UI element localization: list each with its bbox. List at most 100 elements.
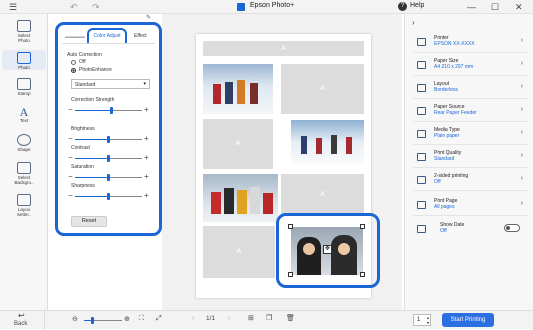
edit-icon[interactable]: ✎ [146, 14, 151, 21]
show-date-toggle[interactable] [504, 224, 520, 232]
print-settings-panel: › Printer EPSON XX-XXXX › Paper Size A4 … [404, 14, 533, 310]
calendar-icon [417, 225, 426, 233]
sharpness-minus[interactable]: − [68, 192, 73, 200]
nav-photo[interactable]: Photo [2, 50, 46, 70]
zoom-slider-knob[interactable] [91, 317, 94, 324]
contrast-minus[interactable]: − [68, 154, 73, 162]
duplicate-page-icon[interactable]: ❐ [266, 314, 272, 322]
setting-print-page[interactable]: Print Page All pages › [413, 194, 528, 216]
maximize-icon[interactable]: ☐ [491, 1, 499, 13]
back-button-label[interactable]: Back [14, 321, 27, 327]
photo-snow-group-3[interactable] [203, 174, 278, 222]
setting-paper-size[interactable]: Paper Size A4 210 x 297 mm › [413, 54, 528, 76]
setting-layout[interactable]: Layout Borderless › [413, 77, 528, 99]
help-icon[interactable]: ? [398, 2, 407, 11]
window-title: Epson Photo+ [250, 2, 295, 9]
chevron-down-icon: ▾ [143, 81, 146, 87]
toggle-knob [506, 226, 510, 230]
photo-figure [331, 135, 337, 154]
resize-handle[interactable] [288, 224, 293, 229]
photo-slot[interactable]: A [203, 226, 275, 278]
tab-effect[interactable]: Effect [134, 33, 147, 39]
tab-color-adjust[interactable]: Color Adjust [87, 28, 127, 44]
paper-size-icon [417, 61, 426, 69]
brightness-slider[interactable] [75, 136, 142, 143]
back-arrow-icon[interactable]: ↩ [18, 311, 25, 320]
setting-media-type[interactable]: Media Type Plain paper › [413, 123, 528, 145]
photo-slot[interactable]: A [203, 41, 364, 56]
sharpness-slider[interactable] [75, 193, 142, 200]
slider-knob[interactable] [107, 155, 110, 162]
nav-stamp[interactable]: Stamp [2, 78, 46, 96]
sharpness-plus[interactable]: + [144, 192, 149, 200]
setting-2-sided-printing[interactable]: 2-sided printing Off › [413, 169, 528, 191]
copies-stepper[interactable]: 1 ▴ ▾ [413, 314, 431, 326]
radio-photoenhance[interactable] [71, 68, 76, 73]
chevron-right-icon: › [520, 152, 523, 159]
nav-shape[interactable]: Shape [2, 134, 46, 152]
close-icon[interactable]: ✕ [515, 1, 523, 13]
saturation-slider[interactable] [75, 174, 142, 181]
photo-figure [263, 193, 273, 214]
hamburger-menu-icon[interactable]: ☰ [9, 1, 17, 13]
setting-print-quality[interactable]: Print Quality Standard › [413, 146, 528, 168]
photo-figure [213, 84, 221, 104]
nav-select-photo[interactable]: Select Photo [2, 20, 46, 43]
slider-knob[interactable] [107, 193, 110, 200]
resize-handle[interactable] [360, 272, 365, 277]
photo-figure [250, 187, 260, 214]
correction-strength-minus[interactable]: − [68, 106, 73, 114]
correction-strength-plus[interactable]: + [144, 106, 149, 114]
resize-handle[interactable] [288, 272, 293, 277]
undo-icon[interactable]: ↶ [70, 1, 78, 13]
slider-knob[interactable] [107, 174, 110, 181]
redo-icon[interactable]: ↷ [92, 1, 100, 13]
photo-figure [237, 190, 247, 214]
saturation-minus[interactable]: − [68, 173, 73, 181]
zoom-in-icon[interactable]: ⊕ [124, 315, 130, 323]
chevron-right-icon: › [520, 200, 523, 207]
previous-page-icon[interactable]: ‹ [192, 315, 194, 322]
auto-correction-label: Auto Correction [67, 52, 102, 58]
photo-snow-group-1[interactable] [203, 64, 273, 114]
nav-layout-settings[interactable]: Layou Settin.. [2, 194, 46, 217]
photo-slot[interactable]: A [281, 64, 364, 114]
actual-size-icon[interactable]: ⤢ [156, 315, 162, 323]
slider-knob[interactable] [110, 107, 114, 114]
fit-to-window-icon[interactable]: ⛶ [139, 315, 144, 323]
slider-knob[interactable] [107, 136, 110, 143]
radio-off[interactable] [71, 60, 76, 65]
slider-fill [75, 158, 109, 159]
bottom-toolbar: ↩ Back ⊖ ⊕ ⛶ ⤢ ‹ 1/1 › ⊞ ❐ 🗑 1 ▴ ▾ Start … [0, 310, 533, 330]
page-indicator: 1/1 [206, 315, 216, 322]
sharpness-label: Sharpness [71, 183, 95, 189]
setting-printer[interactable]: Printer EPSON XX-XXXX › [413, 31, 528, 53]
brightness-plus[interactable]: + [144, 135, 149, 143]
zoom-out-icon[interactable]: ⊖ [72, 315, 78, 323]
photo-slot[interactable]: A [281, 174, 364, 216]
help-link[interactable]: Help [410, 2, 424, 9]
add-page-icon[interactable]: ⊞ [248, 314, 254, 322]
contrast-plus[interactable]: + [144, 154, 149, 162]
collapse-panel-icon[interactable]: › [412, 18, 415, 27]
background-icon [17, 162, 31, 174]
resize-handle[interactable] [360, 224, 365, 229]
zoom-slider[interactable] [84, 317, 122, 324]
enhance-mode-select[interactable]: Standard ▾ [71, 79, 150, 89]
next-page-icon[interactable]: › [228, 315, 230, 322]
correction-strength-slider[interactable] [75, 107, 142, 114]
slider-fill [75, 177, 109, 178]
photo-snow-group-2[interactable] [291, 120, 364, 164]
nav-select-background[interactable]: Select Backgro.. [2, 162, 46, 185]
photo-slot[interactable]: A [203, 119, 273, 169]
start-printing-button[interactable]: Start Printing [442, 313, 494, 327]
brightness-minus[interactable]: − [68, 135, 73, 143]
reset-button[interactable]: Reset [71, 216, 107, 227]
contrast-slider[interactable] [75, 155, 142, 162]
nav-text[interactable]: A Text [2, 106, 46, 123]
setting-paper-source[interactable]: Paper Source Rear Paper Feeder › [413, 100, 528, 122]
move-icon[interactable]: ✥ [323, 245, 332, 254]
delete-page-icon[interactable]: 🗑 [286, 314, 295, 322]
minimize-icon[interactable]: — [467, 1, 476, 13]
saturation-plus[interactable]: + [144, 173, 149, 181]
